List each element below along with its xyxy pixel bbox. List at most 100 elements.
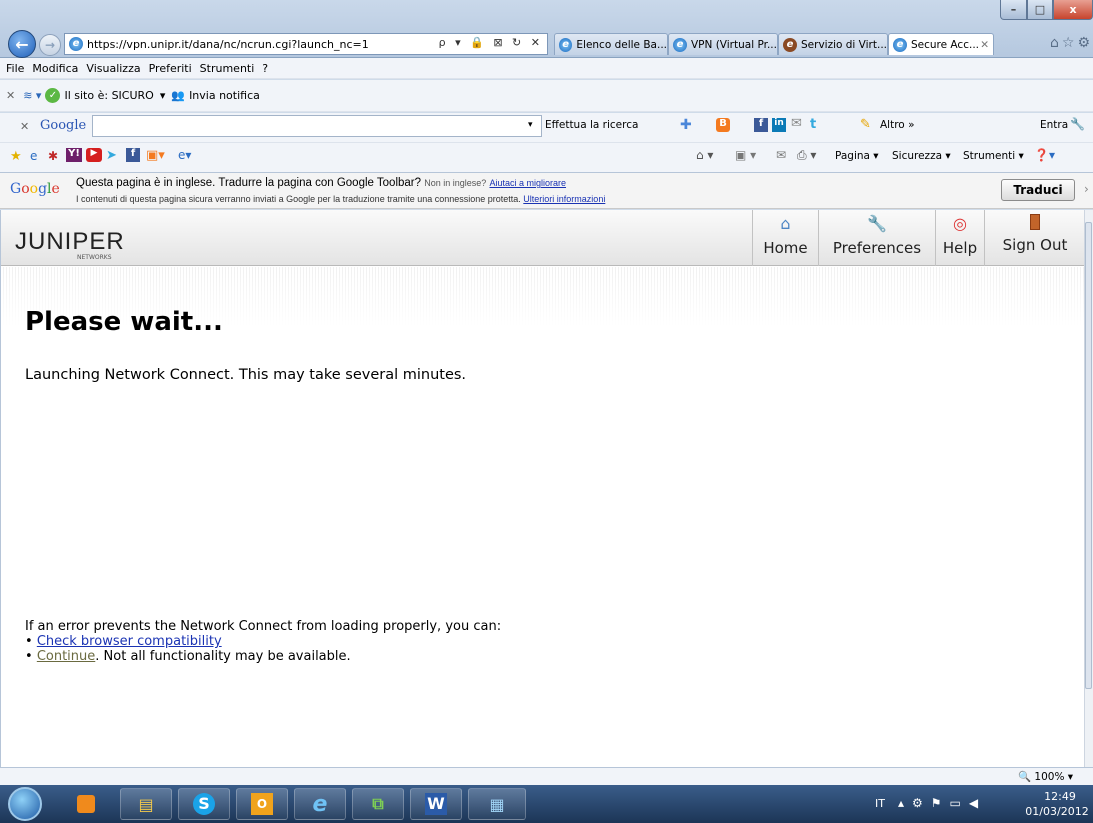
help-label: Help <box>942 239 978 257</box>
close-toolbar-icon[interactable]: ✕ <box>20 120 29 133</box>
sign-out-label: Sign Out <box>1002 236 1068 254</box>
windows-taskbar: ▤ S O e ⧉ W ▦ IT ▴⚙⚑▭◀ 12:49 01/03/2012 <box>0 785 1093 823</box>
more-info-link[interactable]: Ulteriori informazioni <box>523 194 605 204</box>
forward-button[interactable]: → <box>39 34 61 56</box>
linkedin-icon[interactable]: in <box>772 118 786 132</box>
continue-note: . Not all functionality may be available… <box>95 649 351 664</box>
print-icon[interactable]: ⎙ ▾ <box>797 148 816 163</box>
dropdown-icon[interactable]: ▾ <box>160 89 166 102</box>
entra-button[interactable]: Entra <box>1040 119 1068 131</box>
language-indicator[interactable]: IT <box>875 797 885 810</box>
outlook-icon[interactable]: O <box>236 788 288 820</box>
explorer-icon[interactable]: ▤ <box>120 788 172 820</box>
pencil-icon[interactable]: ✎ <box>860 117 871 132</box>
menu-visualizza[interactable]: Visualizza <box>86 62 140 75</box>
wrench-icon: 🔧 <box>867 214 887 233</box>
chevron-right-icon[interactable]: › <box>1084 182 1089 196</box>
strumenti-menu[interactable]: Strumenti ▾ <box>963 150 1024 162</box>
clock-time[interactable]: 12:49 <box>1035 790 1085 803</box>
bookmark-icon[interactable]: ✱ <box>48 149 58 163</box>
menu-bar: File Modifica Visualizza Preferiti Strum… <box>0 58 1093 79</box>
list-item: • Continue. Not all functionality may be… <box>25 649 351 664</box>
google-toolbar: ✕ Google ▾ Effettua la ricerca ✚ B f in … <box>0 113 1093 143</box>
address-url: https://vpn.unipr.it/dana/nc/ncrun.cgi?l… <box>87 37 369 51</box>
browser-titlebar: – □ x ← → e https://vpn.unipr.it/dana/nc… <box>0 0 1093 58</box>
skype-icon[interactable]: S <box>178 788 230 820</box>
word-icon[interactable]: W <box>410 788 462 820</box>
twitter-icon[interactable]: t <box>810 117 816 132</box>
tab-elenco[interactable]: e Elenco delle Ba... <box>554 33 668 55</box>
tab-secure-access[interactable]: e Secure Acc... ✕ <box>888 33 994 55</box>
help-improve-link[interactable]: Aiutaci a migliorare <box>489 178 566 188</box>
zoom-level[interactable]: 🔍 100% ▾ <box>1018 770 1073 783</box>
continue-link[interactable]: Continue <box>37 649 95 664</box>
plus-icon[interactable]: ✚ <box>680 117 692 133</box>
status-bar: 🔍 100% ▾ <box>0 767 1093 785</box>
mail-icon[interactable]: ✉ <box>791 116 802 131</box>
ie-icon[interactable]: e <box>30 149 37 163</box>
close-toolbar-icon[interactable]: ✕ <box>6 89 15 102</box>
youtube-icon[interactable]: ▶ <box>86 148 102 162</box>
menu-file[interactable]: File <box>6 62 24 75</box>
twitter-bird-icon[interactable]: ➤ <box>106 148 117 163</box>
home-icon: ⌂ <box>780 214 791 233</box>
notify-button[interactable]: Invia notifica <box>189 89 260 102</box>
help-nav-button[interactable]: ◎ Help <box>935 210 984 266</box>
help-icon[interactable]: ❓▾ <box>1034 148 1055 162</box>
home-icon[interactable]: ⌂ ▾ <box>696 148 713 162</box>
sign-out-nav-button[interactable]: Sign Out <box>984 210 1085 266</box>
error-help: If an error prevents the Network Connect… <box>25 619 501 664</box>
maximize-button[interactable]: □ <box>1027 0 1053 20</box>
rss-icon[interactable]: ▣ ▾ <box>735 148 756 162</box>
tab-label: Elenco delle Ba... <box>576 38 667 51</box>
sicurezza-menu[interactable]: Sicurezza ▾ <box>892 150 951 162</box>
address-bar[interactable]: e https://vpn.unipr.it/dana/nc/ncrun.cgi… <box>64 33 548 55</box>
wifi-icon[interactable]: ≋ ▾ <box>23 89 41 102</box>
minimize-button[interactable]: – <box>1000 0 1027 20</box>
google-search-input[interactable] <box>92 115 542 137</box>
tab-vpn[interactable]: e VPN (Virtual Pr... <box>668 33 778 55</box>
address-tools[interactable]: ρ ▾ 🔒 ⊠ ↻ ✕ <box>439 36 543 49</box>
google-translate-logo: Google <box>10 181 60 197</box>
menu-modifica[interactable]: Modifica <box>32 62 78 75</box>
google-search-button[interactable]: Effettua la ricerca <box>545 119 638 131</box>
tray-icons[interactable]: ▴⚙⚑▭◀ <box>898 796 986 810</box>
internet-explorer-icon[interactable]: e <box>294 788 346 820</box>
back-button[interactable]: ← <box>8 30 36 58</box>
menu-help[interactable]: ? <box>262 62 268 75</box>
site-status[interactable]: Il sito è: SICURO <box>64 89 153 102</box>
scrollbar-thumb[interactable] <box>1085 222 1092 689</box>
close-button[interactable]: x <box>1053 0 1093 20</box>
check-compatibility-link[interactable]: Check browser compatibility <box>37 634 222 649</box>
tab-close-icon[interactable]: ✕ <box>980 39 989 51</box>
blogger-icon[interactable]: ▣▾ <box>146 148 165 163</box>
control-panel-icon[interactable]: ▦ <box>468 788 526 820</box>
error-intro: If an error prevents the Network Connect… <box>25 619 502 634</box>
home-favorites-settings-icons[interactable]: ⌂☆⚙ <box>1050 35 1093 51</box>
clock-date[interactable]: 01/03/2012 <box>1022 805 1092 818</box>
wrench-icon[interactable]: 🔧 <box>1070 117 1085 131</box>
network-connect-icon[interactable]: ⧉ <box>352 788 404 820</box>
pagina-menu[interactable]: Pagina ▾ <box>835 150 879 162</box>
translate-button[interactable]: Traduci <box>1001 179 1075 201</box>
facebook-icon[interactable]: f <box>126 148 140 162</box>
mail-icon[interactable]: ✉ <box>776 148 786 162</box>
preferences-label: Preferences <box>832 239 922 257</box>
chevron-down-icon[interactable]: ▾ <box>528 120 533 130</box>
tab-label: VPN (Virtual Pr... <box>691 38 777 51</box>
blogger-icon[interactable]: B <box>716 118 730 132</box>
menu-strumenti[interactable]: Strumenti <box>200 62 255 75</box>
juniper-logo: JUNIPER <box>15 228 125 255</box>
media-player-icon[interactable] <box>66 788 106 820</box>
favorites-star-icon[interactable]: ★ <box>10 149 22 164</box>
home-nav-button[interactable]: ⌂ Home <box>752 210 818 266</box>
tab-servizio[interactable]: e Servizio di Virt... <box>778 33 888 55</box>
start-button[interactable] <box>8 787 42 821</box>
facebook-icon[interactable]: f <box>754 118 768 132</box>
ie-dropdown-icon[interactable]: e▾ <box>178 148 191 162</box>
preferences-nav-button[interactable]: 🔧 Preferences <box>818 210 935 266</box>
yahoo-icon[interactable]: Y! <box>66 148 82 162</box>
tab-icon: e <box>673 37 687 52</box>
menu-preferiti[interactable]: Preferiti <box>149 62 192 75</box>
altro-button[interactable]: Altro » <box>880 119 915 131</box>
